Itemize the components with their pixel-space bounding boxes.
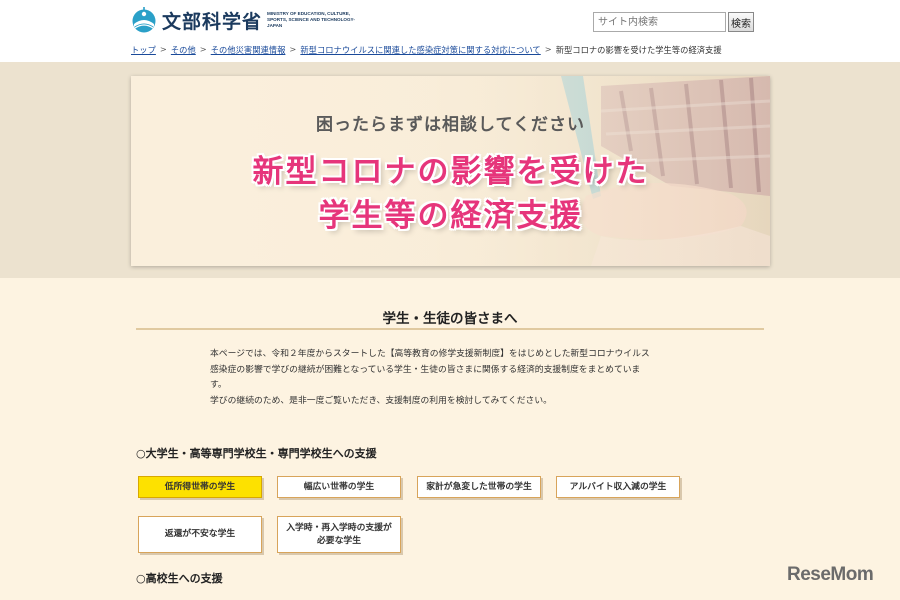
button-label: アルバイト収入減の学生: [569, 481, 667, 492]
breadcrumb-link-other[interactable]: その他: [171, 44, 196, 56]
logo-text: 文部科学省: [162, 10, 263, 33]
repayment-worry-button[interactable]: 返還が不安な学生: [138, 516, 262, 553]
site-search: 検索: [593, 12, 754, 32]
breadcrumb-separator: >: [159, 44, 167, 54]
section-title: 学生・生徒の皆さまへ: [382, 311, 518, 327]
breadcrumb-separator: >: [199, 44, 207, 54]
low-income-household-button[interactable]: 低所得世帯の学生: [138, 476, 262, 498]
breadcrumb-separator: >: [544, 44, 552, 54]
high-school-support-heading: ○高校生への支援: [136, 572, 223, 585]
breadcrumb: トップ > その他 > その他災害関連情報 > 新型コロナウイルスに関連した感染…: [131, 44, 722, 56]
wide-range-household-button[interactable]: 幅広い世帯の学生: [277, 476, 401, 498]
button-label: 返還が不安な学生: [164, 529, 236, 539]
button-label: 家計が急変した世帯の学生: [426, 481, 532, 492]
breadcrumb-link-covid-response[interactable]: 新型コロナウイルスに関連した感染症対策に関する対応について: [300, 44, 540, 56]
breadcrumb-link-top[interactable]: トップ: [131, 44, 156, 56]
breadcrumb-separator: >: [289, 44, 297, 54]
hero-title-line2: 学生等の経済支援: [318, 198, 583, 234]
resemom-watermark: ReseMom: [787, 564, 874, 585]
search-input[interactable]: [593, 12, 726, 32]
hero-title-line1: 新型コロナの影響を受けた: [252, 154, 649, 190]
button-label-line1: 入学時・再入学時の支援が: [286, 522, 392, 533]
hero-subtitle: 困ったらまずは相談してください: [316, 115, 585, 135]
breadcrumb-link-disaster-info[interactable]: その他災害関連情報: [211, 44, 286, 56]
intro-text: 本ページでは、令和２年度からスタートした【高等教育の修学支援新制度】をはじめとし…: [210, 347, 700, 409]
intro-line: 学びの継続のため、是非一度ご覧いただき、支援制度の利用を検討してみてください。: [210, 395, 552, 406]
admission-support-button[interactable]: 入学時・再入学時の支援が 必要な学生: [277, 516, 401, 553]
part-time-income-loss-button[interactable]: アルバイト収入減の学生: [556, 476, 680, 498]
button-label: 低所得世帯の学生: [164, 481, 236, 492]
mext-logo[interactable]: 文部科学省 MINISTRY OF EDUCATION, CULTURE, SP…: [130, 6, 362, 34]
logo-english-text: MINISTRY OF EDUCATION, CULTURE, SPORTS, …: [267, 11, 355, 28]
button-label: 幅広い世帯の学生: [303, 481, 375, 492]
site-header: 文部科学省 MINISTRY OF EDUCATION, CULTURE, SP…: [0, 0, 900, 62]
section-divider: [136, 328, 764, 330]
search-button[interactable]: 検索: [728, 12, 754, 32]
breadcrumb-current: 新型コロナの影響を受けた学生等の経済支援: [555, 45, 722, 55]
university-support-heading: ○大学生・高等専門学校生・専門学校生への支援: [136, 447, 377, 460]
sudden-income-change-button[interactable]: 家計が急変した世帯の学生: [417, 476, 541, 498]
button-label-line2: 必要な学生: [317, 535, 361, 546]
intro-line: 感染症の影響で学びの継続が困難となっている学生・生徒の皆さまに関係する経済的支援…: [210, 364, 641, 375]
mext-logo-icon: [132, 7, 156, 33]
hero-banner: 困ったらまずは相談してください 新型コロナの影響を受けた 学生等の経済支援: [131, 76, 770, 266]
intro-line: す。: [210, 380, 227, 390]
intro-line: 本ページでは、令和２年度からスタートした【高等教育の修学支援新制度】をはじめとし…: [210, 349, 650, 359]
